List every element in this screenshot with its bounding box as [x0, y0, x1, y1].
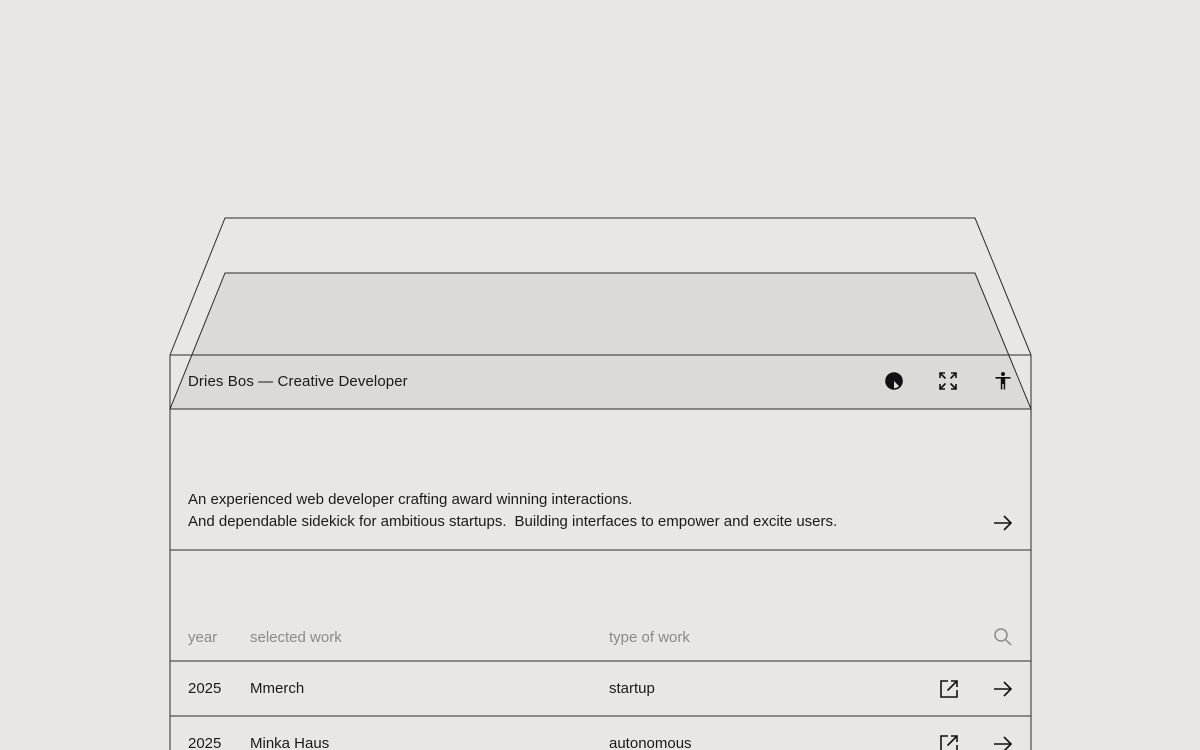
site-title[interactable]: Dries Bos — Creative Developer: [188, 373, 408, 390]
intro-line-2b: Building interfaces to empower and excit…: [514, 513, 838, 530]
contrast-icon[interactable]: [883, 370, 905, 392]
row-year: 2025: [188, 680, 222, 697]
column-header-year[interactable]: year: [188, 629, 217, 646]
site-header: Dries Bos — Creative Developer: [170, 355, 1030, 409]
fullscreen-icon[interactable]: [937, 370, 959, 392]
arrow-right-icon[interactable]: [991, 511, 1015, 535]
row-work: Minka Haus: [250, 735, 330, 750]
portfolio-page: Dries Bos — Creative Developer An experi…: [0, 0, 1200, 750]
intro-line-1: An experienced web developer crafting aw…: [188, 491, 633, 508]
intro-text: An experienced web developer crafting aw…: [188, 489, 837, 533]
row-type: startup: [609, 680, 655, 697]
row-type: autonomous: [609, 735, 692, 750]
table-row[interactable]: 2025 Minka Haus autonomous: [170, 717, 1030, 750]
row-work: Mmerch: [250, 680, 305, 697]
arrow-right-icon[interactable]: [991, 677, 1015, 701]
search-icon[interactable]: [992, 626, 1014, 648]
external-link-icon[interactable]: [937, 732, 961, 750]
column-header-type[interactable]: type of work: [609, 629, 690, 646]
accessibility-icon[interactable]: [992, 370, 1014, 392]
intro-line-2a: And dependable sidekick for ambitious st…: [188, 513, 507, 530]
table-row[interactable]: 2025 Mmerch startup: [170, 662, 1030, 716]
row-year: 2025: [188, 735, 222, 750]
intro-line-2: And dependable sidekick for ambitious st…: [188, 511, 837, 533]
arrow-right-icon[interactable]: [991, 732, 1015, 750]
external-link-icon[interactable]: [937, 677, 961, 701]
column-header-work[interactable]: selected work: [250, 629, 342, 646]
